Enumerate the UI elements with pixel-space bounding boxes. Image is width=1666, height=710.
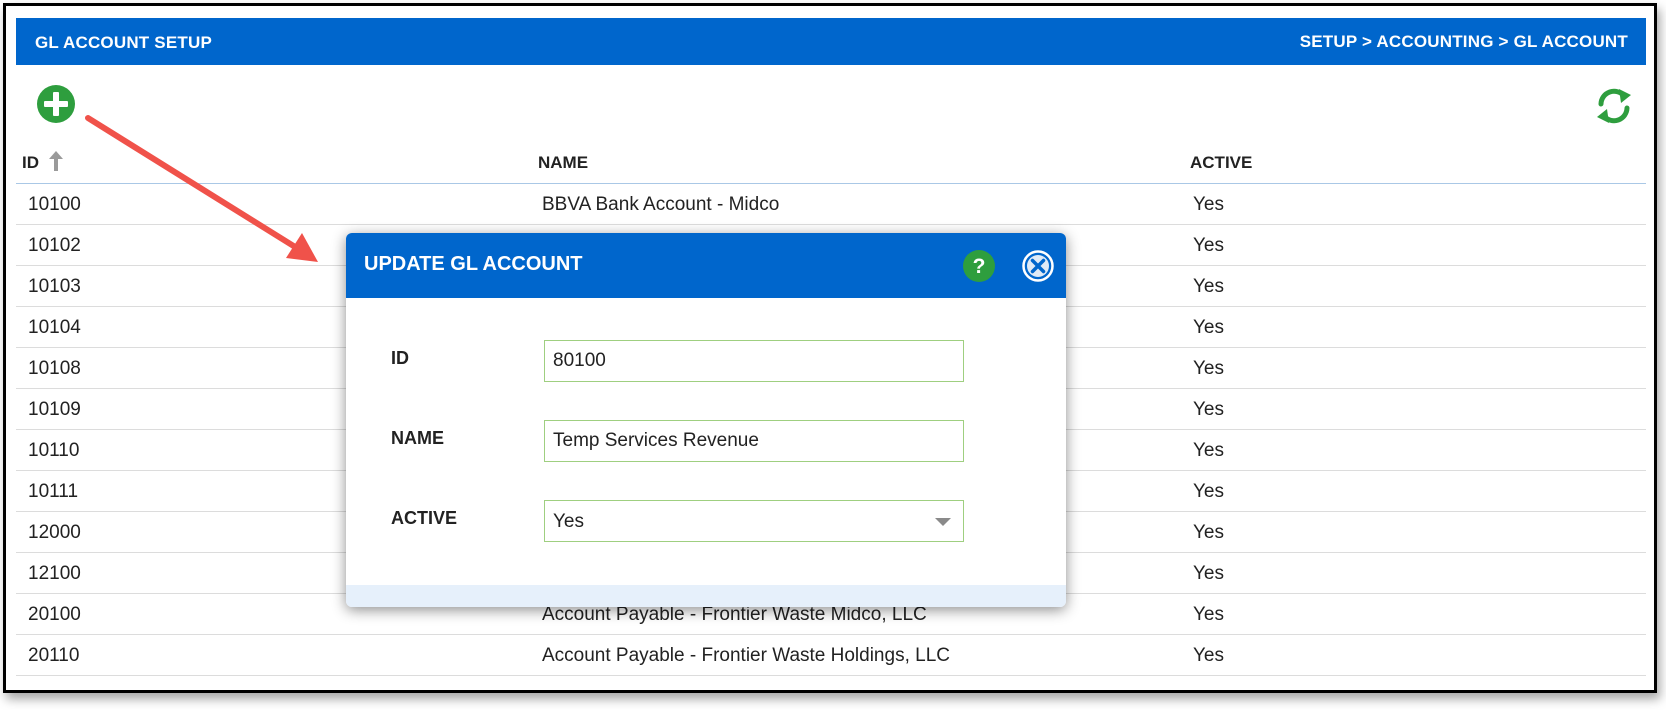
cell-active: Yes xyxy=(1193,645,1224,666)
cell-active: Yes xyxy=(1193,604,1224,625)
cell-active: Yes xyxy=(1193,276,1224,297)
cell-id: 10110 xyxy=(28,440,80,461)
column-header-id[interactable]: ID xyxy=(22,153,39,173)
cell-id: 20100 xyxy=(28,604,81,625)
cell-id: 10100 xyxy=(28,194,81,215)
dialog-header: UPDATE GL ACCOUNT ? xyxy=(346,233,1066,298)
refresh-icon[interactable] xyxy=(1594,86,1634,126)
cell-active: Yes xyxy=(1193,481,1224,502)
cell-active: Yes xyxy=(1193,440,1224,461)
page-header: GL ACCOUNT SETUP SETUP > ACCOUNTING > GL… xyxy=(16,18,1646,65)
cell-name: Account Payable - Frontier Waste Midco, … xyxy=(542,604,927,625)
close-icon[interactable] xyxy=(1022,250,1054,282)
cell-active: Yes xyxy=(1193,358,1224,379)
cell-id: 10103 xyxy=(28,276,81,297)
cell-id: 10109 xyxy=(28,399,81,420)
id-label: ID xyxy=(391,348,409,368)
cell-id: 20110 xyxy=(28,645,80,666)
cell-id: 10111 xyxy=(28,481,79,502)
cell-id: 10102 xyxy=(28,235,81,256)
cell-active: Yes xyxy=(1193,235,1224,256)
table-row[interactable]: 20110 Account Payable - Frontier Waste Ho… xyxy=(16,635,1646,676)
breadcrumb[interactable]: SETUP > ACCOUNTING > GL ACCOUNT xyxy=(1300,32,1628,52)
column-header-active[interactable]: ACTIVE xyxy=(1190,153,1252,173)
cell-id: 10108 xyxy=(28,358,81,379)
sort-ascending-icon[interactable] xyxy=(48,150,64,172)
update-gl-account-dialog: UPDATE GL ACCOUNT ? ID NAME ACTIVE Yes xyxy=(346,233,1066,607)
cell-id: 12000 xyxy=(28,522,81,543)
help-icon[interactable]: ? xyxy=(962,249,996,283)
name-field[interactable] xyxy=(544,420,964,462)
cell-id: 10104 xyxy=(28,317,81,338)
name-label: NAME xyxy=(391,428,444,448)
svg-text:?: ? xyxy=(973,255,986,278)
active-select[interactable]: Yes xyxy=(544,500,964,542)
cell-name: Account Payable - Frontier Waste Holding… xyxy=(542,645,950,666)
dialog-title: UPDATE GL ACCOUNT xyxy=(364,253,583,275)
cell-name: BBVA Bank Account - Midco xyxy=(542,194,780,215)
cell-active: Yes xyxy=(1193,194,1224,215)
plus-circle-icon[interactable] xyxy=(36,84,76,124)
table-row[interactable]: 10100 BBVA Bank Account - Midco Yes xyxy=(16,184,1646,225)
page-title: GL ACCOUNT SETUP xyxy=(35,33,212,52)
chevron-down-icon[interactable] xyxy=(935,518,951,526)
column-header-name[interactable]: NAME xyxy=(538,153,588,173)
cell-active: Yes xyxy=(1193,399,1224,420)
active-select-value: Yes xyxy=(553,511,584,532)
cell-active: Yes xyxy=(1193,317,1224,338)
dialog-footer xyxy=(346,585,1066,607)
cell-active: Yes xyxy=(1193,522,1224,543)
cell-active: Yes xyxy=(1193,563,1224,584)
cell-id: 12100 xyxy=(28,563,81,584)
active-label: ACTIVE xyxy=(391,508,458,528)
id-field[interactable] xyxy=(544,340,964,382)
